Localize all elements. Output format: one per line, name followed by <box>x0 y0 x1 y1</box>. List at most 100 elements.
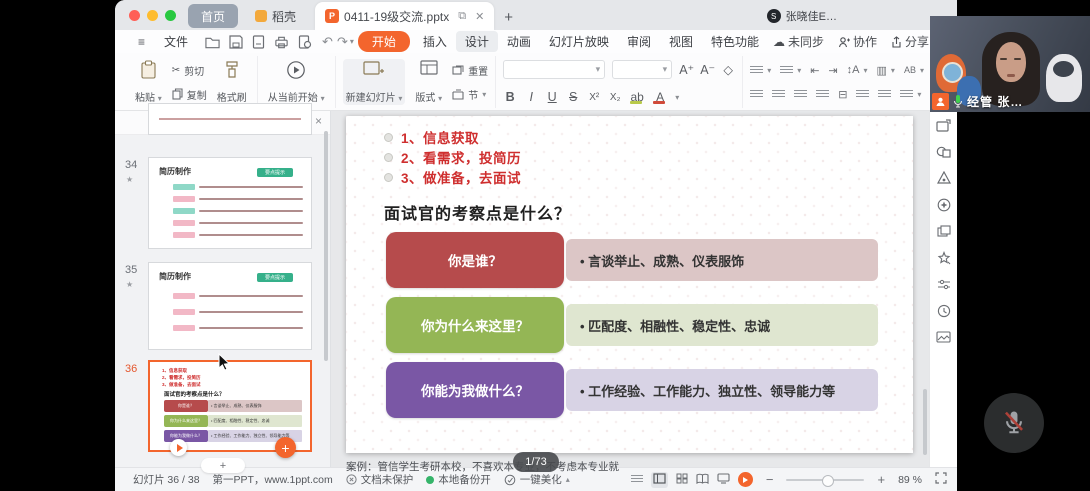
decrease-font-button[interactable]: A⁻ <box>700 62 714 77</box>
new-slide-button[interactable]: 新建幻灯片 ▾ <box>343 59 406 105</box>
tab-document[interactable]: P 0411-19级交流.pptx ⧉ ✕ <box>315 2 494 30</box>
qa-row-1[interactable]: 你是谁？ • 言谈举止、成熟、仪表服饰 <box>386 232 878 288</box>
notes-text[interactable]: 案例：管信学生考研本校，不喜欢本专业，不考虑本专业就 <box>346 459 619 474</box>
animation-panel-icon[interactable] <box>937 225 951 238</box>
thumbnail-slide-34[interactable]: 简历制作 要点提示 <box>148 157 312 249</box>
slideshow-play-button[interactable] <box>738 472 753 487</box>
local-backup-status[interactable]: 本地备份开 <box>426 472 491 487</box>
menu-start[interactable]: 开始 <box>358 31 410 52</box>
doc-protect-status[interactable]: 文档未保护 <box>346 472 414 487</box>
numbering-button[interactable]: ▾ <box>780 60 801 80</box>
export-pdf-icon[interactable] <box>252 35 265 49</box>
align-center-icon[interactable] <box>772 90 785 99</box>
slide-sorter-icon[interactable] <box>676 473 688 487</box>
history-panel-icon[interactable] <box>937 304 951 318</box>
bold-button[interactable]: B <box>503 90 517 104</box>
menu-file[interactable]: 文件 <box>155 31 197 52</box>
increase-font-button[interactable]: A⁺ <box>679 62 693 77</box>
presenter-view-icon[interactable] <box>717 473 730 487</box>
effects-panel-icon[interactable] <box>937 251 951 265</box>
add-slide-button[interactable]: + <box>201 458 245 473</box>
layout-button[interactable]: 版式 ▾ <box>412 59 445 105</box>
section-button[interactable]: 节 ▾ <box>452 84 488 104</box>
tab-docer[interactable]: 稻壳 <box>242 4 309 28</box>
mute-microphone-button[interactable] <box>984 393 1044 453</box>
beautify-button[interactable]: 一键美化▴ <box>504 472 570 487</box>
menu-slideshow[interactable]: 幻灯片放映 <box>540 31 618 52</box>
bullets-button[interactable]: ▾ <box>750 60 771 80</box>
distribute-icon[interactable]: ⊟ <box>838 88 847 101</box>
share-button[interactable]: 分享 <box>886 31 934 52</box>
list-settings-button[interactable]: ▾ <box>900 84 921 104</box>
zoom-out-icon[interactable]: − <box>766 472 774 487</box>
indent-list-left-icon[interactable] <box>856 90 869 99</box>
menu-review[interactable]: 审阅 <box>618 31 660 52</box>
zoom-in-icon[interactable]: + <box>877 472 885 487</box>
menu-view[interactable]: 视图 <box>660 31 702 52</box>
print-icon[interactable] <box>274 35 289 49</box>
play-from-current-button[interactable]: 从当前开始 ▾ <box>265 59 328 105</box>
text-direction-button[interactable]: AB▾ <box>904 60 924 80</box>
new-tab-button[interactable]: + <box>504 9 513 26</box>
menu-design[interactable]: 设计 <box>456 31 498 52</box>
play-slide-button[interactable] <box>170 439 187 456</box>
reset-button[interactable]: 重置 <box>452 60 488 80</box>
slide-layout-panel-icon[interactable] <box>936 119 951 132</box>
quick-add-slide-button[interactable]: + <box>275 437 296 458</box>
zoom-window-button[interactable] <box>165 10 176 21</box>
font-color-caret-icon[interactable]: ▾ <box>675 93 679 102</box>
clear-format-icon[interactable]: ◇ <box>721 62 735 77</box>
undo-history-caret-icon[interactable]: ▾ <box>350 37 354 46</box>
thumbnail-slide-33-partial[interactable] <box>148 103 312 135</box>
font-size-select[interactable]: ▾ <box>612 60 672 79</box>
zoom-slider[interactable] <box>786 479 864 481</box>
sync-status[interactable]: ☁未同步 <box>768 31 829 52</box>
current-slide[interactable]: 1、信息获取 2、看需求，投简历 3、做准备，去面试 面试官的考察点是什么？ 你… <box>346 116 913 453</box>
save-icon[interactable] <box>229 35 243 49</box>
open-file-icon[interactable] <box>205 35 220 49</box>
redo-icon[interactable]: ↷ <box>337 34 348 50</box>
strikethrough-button[interactable]: S <box>566 90 580 104</box>
menu-animation[interactable]: 动画 <box>498 31 540 52</box>
qa-row-2[interactable]: 你为什么来这里？ • 匹配度、相融性、稳定性、忠诚 <box>386 297 878 353</box>
properties-panel-icon[interactable] <box>937 278 951 291</box>
highlight-color-button[interactable]: ab <box>629 90 645 104</box>
paste-button[interactable]: 粘贴 ▾ <box>132 59 165 105</box>
shapes-panel-icon[interactable] <box>936 145 951 158</box>
underline-button[interactable]: U <box>545 90 559 104</box>
increase-indent-icon[interactable]: ⇥ <box>828 64 837 77</box>
italic-button[interactable]: I <box>524 90 538 104</box>
align-right-icon[interactable] <box>794 90 807 99</box>
slide-title[interactable]: 面试官的考察点是什么？ <box>384 200 571 224</box>
normal-view-icon[interactable] <box>651 472 668 488</box>
float-doc-icon[interactable]: ⧉ <box>458 10 466 23</box>
close-window-button[interactable] <box>129 10 140 21</box>
indent-list-right-icon[interactable] <box>878 90 891 99</box>
font-family-select[interactable]: ▾ <box>503 60 605 79</box>
justify-icon[interactable] <box>816 90 829 99</box>
design-panel-icon[interactable] <box>937 171 951 185</box>
superscript-button[interactable]: X² <box>587 92 601 103</box>
image-panel-icon[interactable] <box>936 331 951 343</box>
smart-design-panel-icon[interactable] <box>937 198 951 212</box>
line-spacing-button[interactable]: ↕A▾ <box>847 60 868 80</box>
menu-insert[interactable]: 插入 <box>414 31 456 52</box>
reading-view-icon[interactable] <box>696 473 709 487</box>
zoom-level[interactable]: 89 % <box>898 474 922 486</box>
format-painter-button[interactable]: 格式刷 <box>214 59 250 105</box>
minimize-window-button[interactable] <box>147 10 158 21</box>
thumbnail-slide-35[interactable]: 简历制作 要点提示 <box>148 262 312 350</box>
zoom-slider-knob[interactable] <box>822 475 834 487</box>
main-menu-icon[interactable]: ≡ <box>129 33 153 51</box>
slide-bullet-list[interactable]: 1、信息获取 2、看需求，投简历 3、做准备，去面试 <box>384 127 521 187</box>
columns-button[interactable]: ▥▾ <box>877 60 895 80</box>
canvas-scrollbar[interactable] <box>923 389 927 455</box>
subscript-button[interactable]: X₂ <box>608 92 622 103</box>
close-panel-icon[interactable]: × <box>315 114 322 128</box>
decrease-indent-icon[interactable]: ⇤ <box>810 64 819 77</box>
qa-row-3[interactable]: 你能为我做什么？ • 工作经验、工作能力、独立性、领导能力等 <box>386 362 878 418</box>
outline-view-icon[interactable] <box>631 475 643 484</box>
close-tab-icon[interactable]: ✕ <box>475 10 484 23</box>
align-left-icon[interactable] <box>750 90 763 99</box>
tab-home[interactable]: 首页 <box>188 4 238 28</box>
